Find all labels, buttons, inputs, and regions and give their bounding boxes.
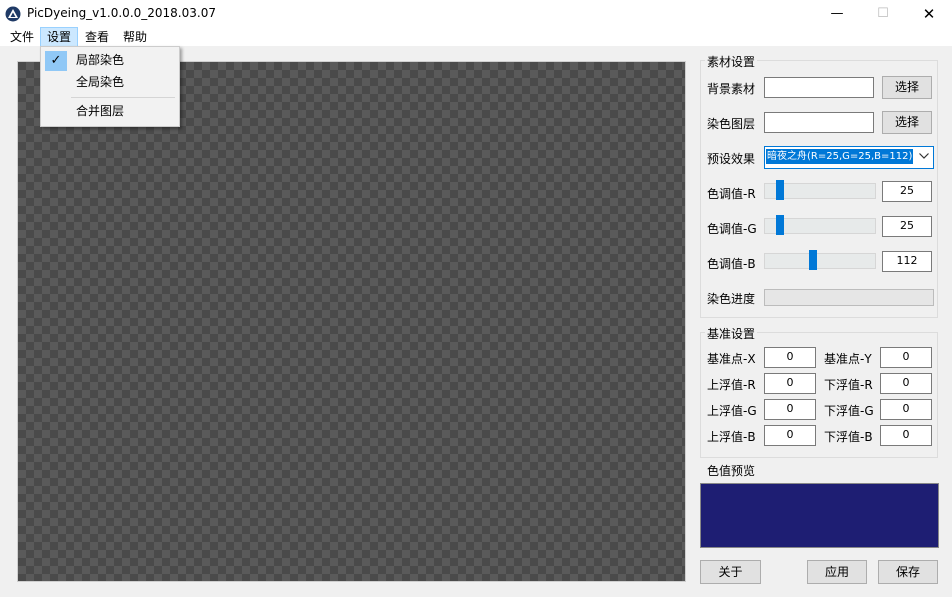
float-up-b-input[interactable]: 0 bbox=[764, 425, 816, 446]
hue-b-slider[interactable] bbox=[764, 253, 876, 269]
menu-settings[interactable]: 设置 bbox=[40, 27, 79, 47]
dye-progress-label: 染色进度 bbox=[707, 292, 756, 306]
base-point-y-input[interactable]: 0 bbox=[880, 347, 932, 368]
hue-r-input[interactable]: 25 bbox=[882, 181, 932, 202]
float-down-b-label: 下浮值-B bbox=[824, 430, 873, 444]
menu-item-local-dye[interactable]: ✓ 局部染色 bbox=[43, 49, 177, 71]
hue-r-label: 色调值-R bbox=[707, 187, 756, 201]
material-settings-title: 素材设置 bbox=[705, 53, 758, 70]
menu-view[interactable]: 查看 bbox=[79, 28, 115, 46]
maximize-button[interactable]: ☐ bbox=[860, 0, 906, 28]
minimize-button[interactable]: — bbox=[814, 0, 860, 28]
menu-item-label: 合并图层 bbox=[76, 104, 125, 118]
base-settings-title: 基准设置 bbox=[705, 325, 758, 342]
hue-g-input[interactable]: 25 bbox=[882, 216, 932, 237]
preset-effect-select[interactable]: 暗夜之舟(R=25,G=25,B=112) bbox=[764, 146, 934, 169]
base-point-y-label: 基准点-Y bbox=[824, 352, 872, 366]
about-button[interactable]: 关于 bbox=[700, 560, 761, 584]
base-point-x-label: 基准点-X bbox=[707, 352, 756, 366]
color-preview-label: 色值预览 bbox=[707, 464, 756, 478]
select-dye-layer-button[interactable]: 选择 bbox=[882, 111, 932, 134]
app-icon bbox=[5, 6, 21, 22]
hue-b-slider-thumb[interactable] bbox=[809, 250, 817, 270]
menu-help[interactable]: 帮助 bbox=[117, 28, 153, 46]
apply-button[interactable]: 应用 bbox=[807, 560, 867, 584]
float-up-b-label: 上浮值-B bbox=[707, 430, 756, 444]
float-up-r-input[interactable]: 0 bbox=[764, 373, 816, 394]
menu-bar: 文件 设置 查看 帮助 bbox=[0, 27, 952, 47]
window-title: PicDyeing_v1.0.0.0_2018.03.07 bbox=[27, 6, 216, 20]
settings-dropdown: ✓ 局部染色 全局染色 合并图层 bbox=[40, 46, 180, 127]
checkmark-icon: ✓ bbox=[50, 53, 62, 68]
background-material-label: 背景素材 bbox=[707, 82, 756, 96]
select-background-button[interactable]: 选择 bbox=[882, 76, 932, 99]
preset-effect-label: 预设效果 bbox=[707, 152, 756, 166]
float-down-r-label: 下浮值-R bbox=[824, 378, 873, 392]
float-up-g-label: 上浮值-G bbox=[707, 404, 757, 418]
hue-r-slider-thumb[interactable] bbox=[776, 180, 784, 200]
menu-separator bbox=[71, 97, 175, 98]
preset-selected-value: 暗夜之舟(R=25,G=25,B=112) bbox=[766, 149, 914, 164]
color-preview-swatch bbox=[700, 483, 939, 548]
dye-progress-bar bbox=[764, 289, 934, 306]
menu-item-merge-layers[interactable]: 合并图层 bbox=[43, 100, 177, 122]
float-down-g-input[interactable]: 0 bbox=[880, 399, 932, 420]
float-down-r-input[interactable]: 0 bbox=[880, 373, 932, 394]
hue-g-label: 色调值-G bbox=[707, 222, 757, 236]
base-point-x-input[interactable]: 0 bbox=[764, 347, 816, 368]
title-bar: PicDyeing_v1.0.0.0_2018.03.07 — ☐ ✕ bbox=[0, 0, 952, 28]
hue-b-label: 色调值-B bbox=[707, 257, 756, 271]
hue-g-slider-thumb[interactable] bbox=[776, 215, 784, 235]
dye-layer-label: 染色图层 bbox=[707, 117, 756, 131]
menu-item-label: 全局染色 bbox=[76, 75, 125, 89]
menu-item-label: 局部染色 bbox=[76, 53, 125, 67]
chevron-down-icon bbox=[918, 149, 930, 164]
float-down-b-input[interactable]: 0 bbox=[880, 425, 932, 446]
dye-layer-input[interactable] bbox=[764, 112, 874, 133]
close-button[interactable]: ✕ bbox=[906, 0, 952, 28]
float-up-g-input[interactable]: 0 bbox=[764, 399, 816, 420]
float-down-g-label: 下浮值-G bbox=[824, 404, 874, 418]
image-canvas[interactable] bbox=[17, 61, 686, 582]
menu-file[interactable]: 文件 bbox=[4, 28, 40, 46]
hue-b-input[interactable]: 112 bbox=[882, 251, 932, 272]
menu-item-global-dye[interactable]: 全局染色 bbox=[43, 71, 177, 93]
save-button[interactable]: 保存 bbox=[878, 560, 938, 584]
background-material-input[interactable] bbox=[764, 77, 874, 98]
float-up-r-label: 上浮值-R bbox=[707, 378, 756, 392]
